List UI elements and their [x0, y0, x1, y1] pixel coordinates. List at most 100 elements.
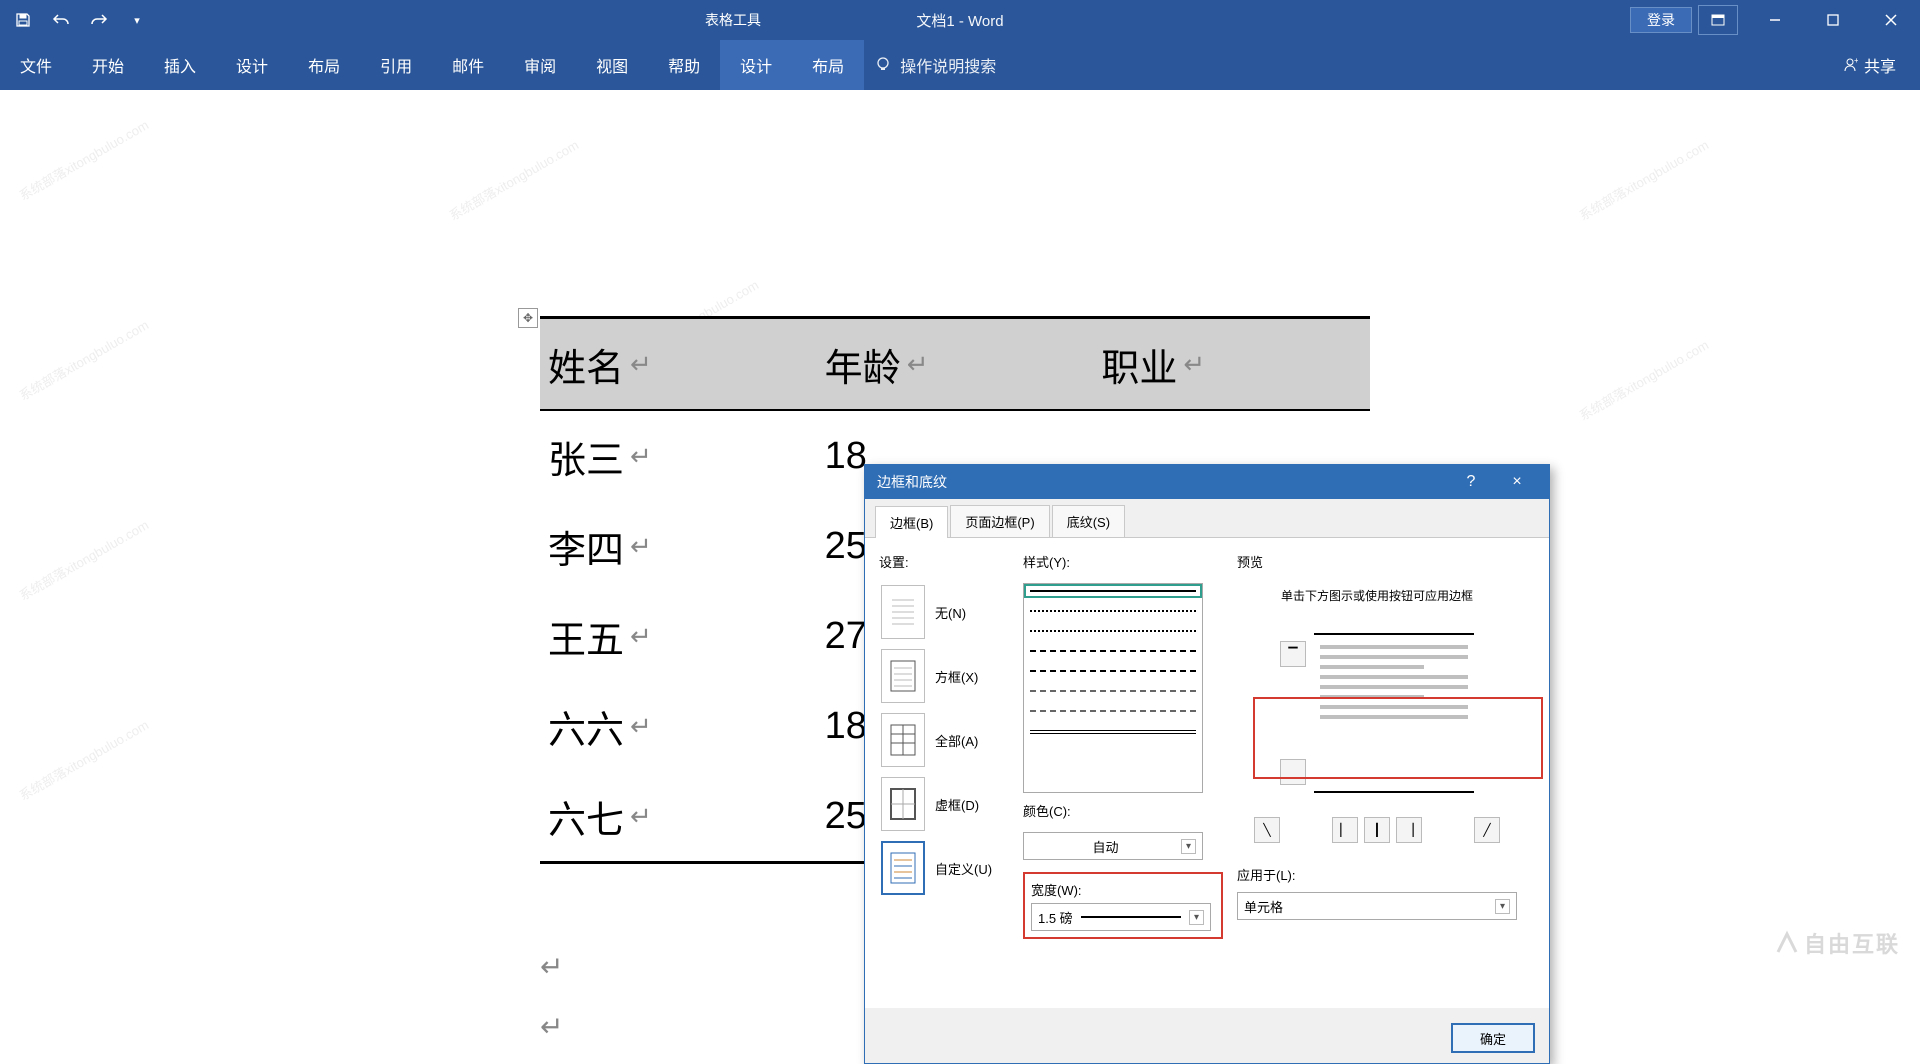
color-combo[interactable]: 自动▾	[1023, 832, 1203, 860]
return-icon: ↵	[1183, 349, 1205, 380]
ribbon-tabs: 文件 开始 插入 设计 布局 引用 邮件 审阅 视图 帮助 设计 布局 操作说明…	[0, 40, 1920, 90]
return-icon: ↵	[907, 349, 929, 380]
preview-diag-up-button[interactable]: ╱	[1474, 817, 1500, 843]
tab-home[interactable]: 开始	[72, 40, 144, 90]
dialog-title: 边框和底纹	[877, 472, 947, 492]
setting-box[interactable]: 方框(X)	[879, 647, 1009, 705]
paragraph-mark-icon: ↵	[540, 950, 563, 984]
dialog-close-icon[interactable]: ×	[1497, 473, 1537, 491]
login-button[interactable]: 登录	[1630, 7, 1692, 33]
width-label: 宽度(W):	[1031, 880, 1215, 899]
preview-bottom-border-button[interactable]: ▁	[1280, 759, 1306, 785]
return-icon: ↵	[630, 349, 652, 380]
share-icon: +	[1842, 57, 1858, 73]
watermark: 系统部落xitongbuluo.com	[1575, 335, 1712, 425]
setting-grid[interactable]: 虚框(D)	[879, 775, 1009, 833]
document-area: 系统部落xitongbuluo.com 系统部落xitongbuluo.com …	[0, 90, 1920, 977]
color-label: 颜色(C):	[1023, 801, 1223, 820]
tell-me-search[interactable]: 操作说明搜索	[874, 53, 996, 77]
tab-design[interactable]: 设计	[216, 40, 288, 90]
watermark: 系统部落xitongbuluo.com	[15, 115, 152, 205]
preview-paper[interactable]	[1314, 633, 1474, 793]
tab-mailings[interactable]: 邮件	[432, 40, 504, 90]
tab-shading[interactable]: 底纹(S)	[1052, 505, 1125, 537]
apply-to-combo[interactable]: 单元格▾	[1237, 892, 1517, 920]
window-controls: 登录	[1630, 0, 1920, 40]
share-label: 共享	[1864, 53, 1896, 77]
chevron-down-icon: ▾	[1189, 910, 1204, 925]
preview-diag-down-button[interactable]: ╲	[1254, 817, 1280, 843]
preview-top-border-button[interactable]: ▔	[1280, 641, 1306, 667]
tab-help[interactable]: 帮助	[648, 40, 720, 90]
line-style-dashed[interactable]	[1030, 650, 1196, 652]
watermark: 系统部落xitongbuluo.com	[15, 515, 152, 605]
style-listbox[interactable]	[1023, 583, 1203, 793]
share-button[interactable]: + 共享	[1842, 53, 1896, 77]
line-style-dashed-wide[interactable]	[1030, 670, 1196, 672]
line-style-solid[interactable]	[1030, 590, 1196, 592]
settings-label: 设置:	[879, 552, 1009, 571]
width-combo[interactable]: 1.5 磅 ▾	[1031, 903, 1211, 931]
apply-to-label: 应用于(L):	[1237, 865, 1296, 884]
close-icon[interactable]	[1862, 0, 1920, 40]
qat-customize-icon[interactable]: ▾	[120, 3, 154, 37]
line-style-dashdot[interactable]	[1030, 690, 1196, 692]
tab-page-border[interactable]: 页面边框(P)	[950, 505, 1049, 537]
dialog-actions: 确定	[1451, 1023, 1535, 1053]
dialog-body: 设置: 无(N) 方框(X) 全部(A) 虚框(D) 自定义(U) 样式(Y):	[865, 538, 1549, 1008]
preview-label: 预览	[1237, 552, 1517, 571]
tab-review[interactable]: 审阅	[504, 40, 576, 90]
preview-canvas: ▔ ▁	[1237, 623, 1517, 803]
site-watermark: 自由互联	[1774, 927, 1900, 959]
document-title: 文档1 - Word	[916, 10, 1003, 31]
setting-custom[interactable]: 自定义(U)	[879, 839, 1009, 897]
ok-button[interactable]: 确定	[1451, 1023, 1535, 1053]
setting-all[interactable]: 全部(A)	[879, 711, 1009, 769]
save-icon[interactable]	[6, 3, 40, 37]
tab-references[interactable]: 引用	[360, 40, 432, 90]
header-cell: 年龄↵	[817, 337, 1094, 392]
table-move-handle-icon[interactable]: ✥	[518, 308, 538, 328]
tab-file[interactable]: 文件	[0, 40, 72, 90]
watermark: 系统部落xitongbuluo.com	[445, 135, 582, 225]
setting-none[interactable]: 无(N)	[879, 583, 1009, 641]
redo-icon[interactable]	[82, 3, 116, 37]
quick-access-toolbar: ▾	[0, 3, 160, 37]
borders-shading-dialog: 边框和底纹 ? × 边框(B) 页面边框(P) 底纹(S) 设置: 无(N) 方…	[864, 464, 1550, 1064]
preview-inside-v-button[interactable]: ┃	[1364, 817, 1390, 843]
undo-icon[interactable]	[44, 3, 78, 37]
dialog-tabs: 边框(B) 页面边框(P) 底纹(S)	[865, 499, 1549, 538]
tab-insert[interactable]: 插入	[144, 40, 216, 90]
table-header-row[interactable]: 姓名↵ 年龄↵ 职业↵	[540, 319, 1370, 409]
line-style-dashdotdot[interactable]	[1030, 710, 1196, 712]
ribbon-display-options-icon[interactable]	[1698, 5, 1738, 35]
watermark: 系统部落xitongbuluo.com	[1575, 135, 1712, 225]
preview-hint: 单击下方图示或使用按钮可应用边框	[1237, 587, 1517, 605]
width-highlight: 宽度(W): 1.5 磅 ▾	[1023, 872, 1223, 939]
chevron-down-icon: ▾	[1495, 899, 1510, 914]
header-cell: 职业↵	[1093, 337, 1370, 392]
preview-left-border-button[interactable]: ▏	[1332, 817, 1358, 843]
watermark: 系统部落xitongbuluo.com	[15, 715, 152, 805]
line-style-dotted-fine[interactable]	[1030, 630, 1196, 632]
contextual-tab-label: 表格工具	[680, 10, 786, 30]
tell-me-label: 操作说明搜索	[900, 53, 996, 77]
preview-right-border-button[interactable]: ▕	[1396, 817, 1422, 843]
line-style-double[interactable]	[1030, 730, 1196, 734]
tab-view[interactable]: 视图	[576, 40, 648, 90]
dialog-help-icon[interactable]: ?	[1451, 473, 1491, 491]
chevron-down-icon: ▾	[1181, 839, 1196, 854]
header-cell: 姓名↵	[540, 337, 817, 392]
line-style-dotted[interactable]	[1030, 610, 1196, 612]
maximize-icon[interactable]	[1804, 0, 1862, 40]
dialog-titlebar[interactable]: 边框和底纹 ? ×	[865, 465, 1549, 499]
style-label: 样式(Y):	[1023, 552, 1223, 571]
minimize-icon[interactable]	[1746, 0, 1804, 40]
lightbulb-icon	[874, 56, 892, 74]
tab-layout[interactable]: 布局	[288, 40, 360, 90]
tab-borders[interactable]: 边框(B)	[875, 506, 948, 538]
tab-table-design[interactable]: 设计	[720, 40, 792, 90]
logo-icon	[1774, 930, 1800, 956]
tab-table-layout[interactable]: 布局	[792, 40, 864, 90]
svg-text:+: +	[1854, 57, 1858, 65]
